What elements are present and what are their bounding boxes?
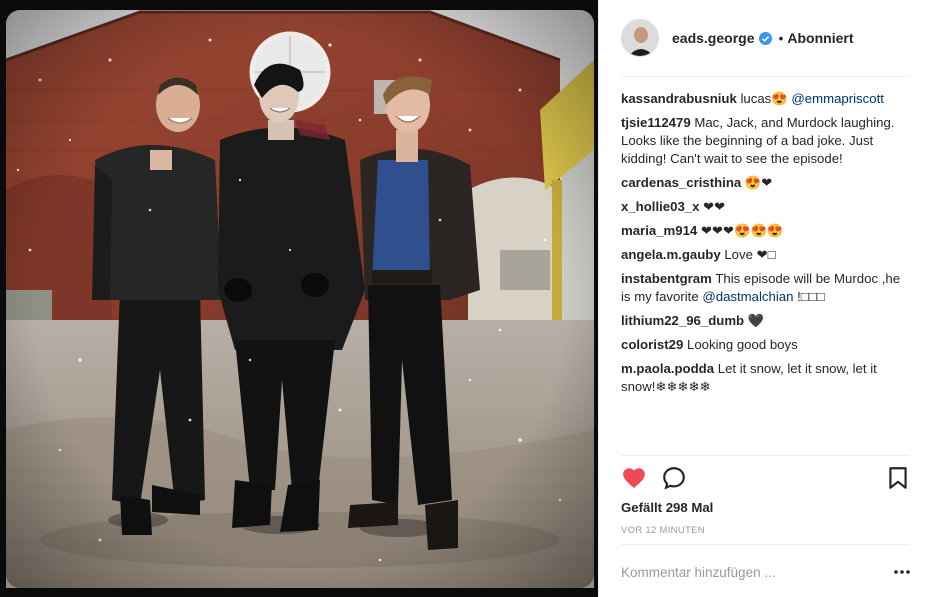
comment-username[interactable]: kassandrabusniuk [621, 91, 737, 106]
post-details-panel: eads.george • Abonniert kassandrabusniuk… [598, 0, 930, 597]
comment-list: kassandrabusniuk lucas😍 @emmapriscott tj… [621, 90, 911, 402]
comment-username[interactable]: instabentgram [621, 271, 712, 286]
heart-filled-icon[interactable] [621, 465, 647, 491]
comment-username[interactable]: lithium22_96_dumb [621, 313, 744, 328]
post-timestamp[interactable]: VOR 12 MINUTEN [621, 525, 705, 536]
comment-item: x_hollie03_x ❤❤ [621, 198, 911, 216]
comment-username[interactable]: angela.m.gauby [621, 247, 721, 262]
actions-divider [621, 455, 909, 456]
comment-username[interactable]: m.paola.podda [621, 361, 714, 376]
comment-text: 🖤 [747, 313, 765, 328]
comment-text: lucas😍 [740, 91, 788, 106]
comment-text: 😍❤ [744, 175, 773, 190]
comment-text-suffix: !□□□ [797, 289, 825, 304]
comment-text: Love ❤□ [724, 247, 776, 262]
comment-item: kassandrabusniuk lucas😍 @emmapriscott [621, 90, 911, 108]
comment-item: maria_m914 ❤❤❤😍😍😍 [621, 222, 911, 240]
comment-username[interactable]: tjsie112479 [621, 115, 691, 130]
comment-username[interactable]: cardenas_cristhina [621, 175, 741, 190]
comment-item: angela.m.gauby Love ❤□ [621, 246, 911, 264]
comment-item: tjsie112479 Mac, Jack, and Murdock laugh… [621, 114, 911, 168]
post-header: eads.george • Abonniert [621, 18, 909, 58]
comment-input[interactable] [621, 560, 881, 584]
comment-bubble-icon[interactable] [661, 465, 687, 491]
header-divider [621, 76, 909, 77]
like-count[interactable]: Gefällt 298 Mal [621, 500, 713, 515]
verified-badge-icon [759, 31, 773, 45]
header-separator: • [778, 30, 784, 46]
comment-mention[interactable]: @dastmalchian [702, 289, 793, 304]
comment-username[interactable]: x_hollie03_x [621, 199, 699, 214]
post-photo[interactable] [0, 0, 598, 597]
comment-username[interactable]: maria_m914 [621, 223, 697, 238]
comment-item: colorist29 Looking good boys [621, 336, 911, 354]
comment-text: Looking good boys [686, 337, 798, 352]
post-username[interactable]: eads.george [672, 30, 754, 46]
follow-status-button[interactable]: Abonniert [787, 30, 853, 46]
comment-text: ❤❤❤😍😍😍 [700, 223, 784, 238]
action-bar [621, 465, 911, 491]
comment-username[interactable]: colorist29 [621, 337, 683, 352]
comment-mention[interactable]: @emmapriscott [791, 91, 884, 106]
photo-scene [0, 0, 598, 597]
comment-text: ❤❤ [703, 199, 726, 214]
comment-item: instabentgram This episode will be Murdo… [621, 270, 911, 306]
more-dots-icon[interactable] [892, 562, 912, 582]
comment-item: m.paola.podda Let it snow, let it snow, … [621, 360, 911, 396]
avatar[interactable] [621, 19, 659, 57]
comment-item: lithium22_96_dumb 🖤 [621, 312, 911, 330]
input-divider [621, 544, 909, 545]
comment-item: cardenas_cristhina 😍❤ [621, 174, 911, 192]
bookmark-icon[interactable] [885, 465, 911, 491]
avatar-image [622, 20, 658, 56]
